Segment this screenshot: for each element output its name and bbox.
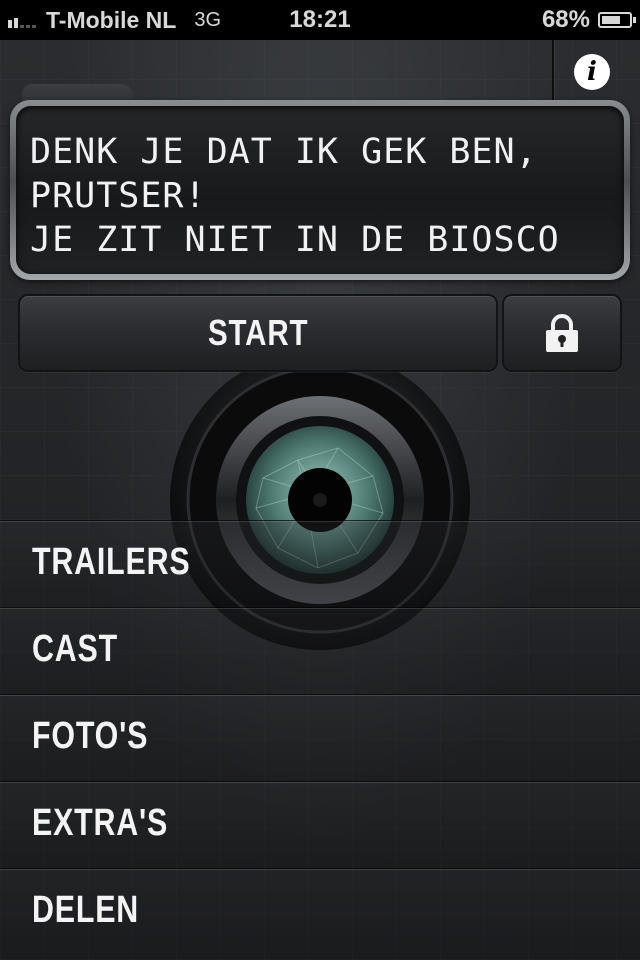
menu-item-label: DELEN	[32, 889, 140, 931]
message-display: DENK JE DAT IK GEK BEN, PRUTSER! JE ZIT …	[10, 100, 630, 280]
message-text: DENK JE DAT IK GEK BEN, PRUTSER! JE ZIT …	[30, 132, 560, 260]
battery-icon	[598, 12, 636, 28]
lock-button[interactable]	[502, 294, 622, 372]
battery-percentage: 68%	[541, 6, 590, 33]
menu-item-label: TRAILERS	[32, 541, 191, 583]
menu-item-fotos[interactable]: FOTO'S	[0, 694, 640, 781]
main-menu: TRAILERS CAST FOTO'S EXTRA'S DELEN	[0, 520, 640, 955]
divider	[552, 40, 554, 100]
start-button-label: START	[207, 312, 309, 353]
start-button[interactable]: START	[18, 294, 498, 372]
status-bar: T-Mobile NL 3G 18:21 68%	[0, 0, 640, 40]
menu-item-label: EXTRA'S	[32, 802, 169, 844]
menu-item-cast[interactable]: CAST	[0, 607, 640, 694]
menu-item-label: FOTO'S	[32, 715, 149, 757]
menu-item-trailers[interactable]: TRAILERS	[0, 520, 640, 607]
info-icon[interactable]: i	[574, 54, 610, 90]
menu-item-delen[interactable]: DELEN	[0, 868, 640, 955]
lock-icon	[546, 314, 578, 352]
menu-item-label: CAST	[32, 628, 118, 670]
menu-item-extras[interactable]: EXTRA'S	[0, 781, 640, 868]
